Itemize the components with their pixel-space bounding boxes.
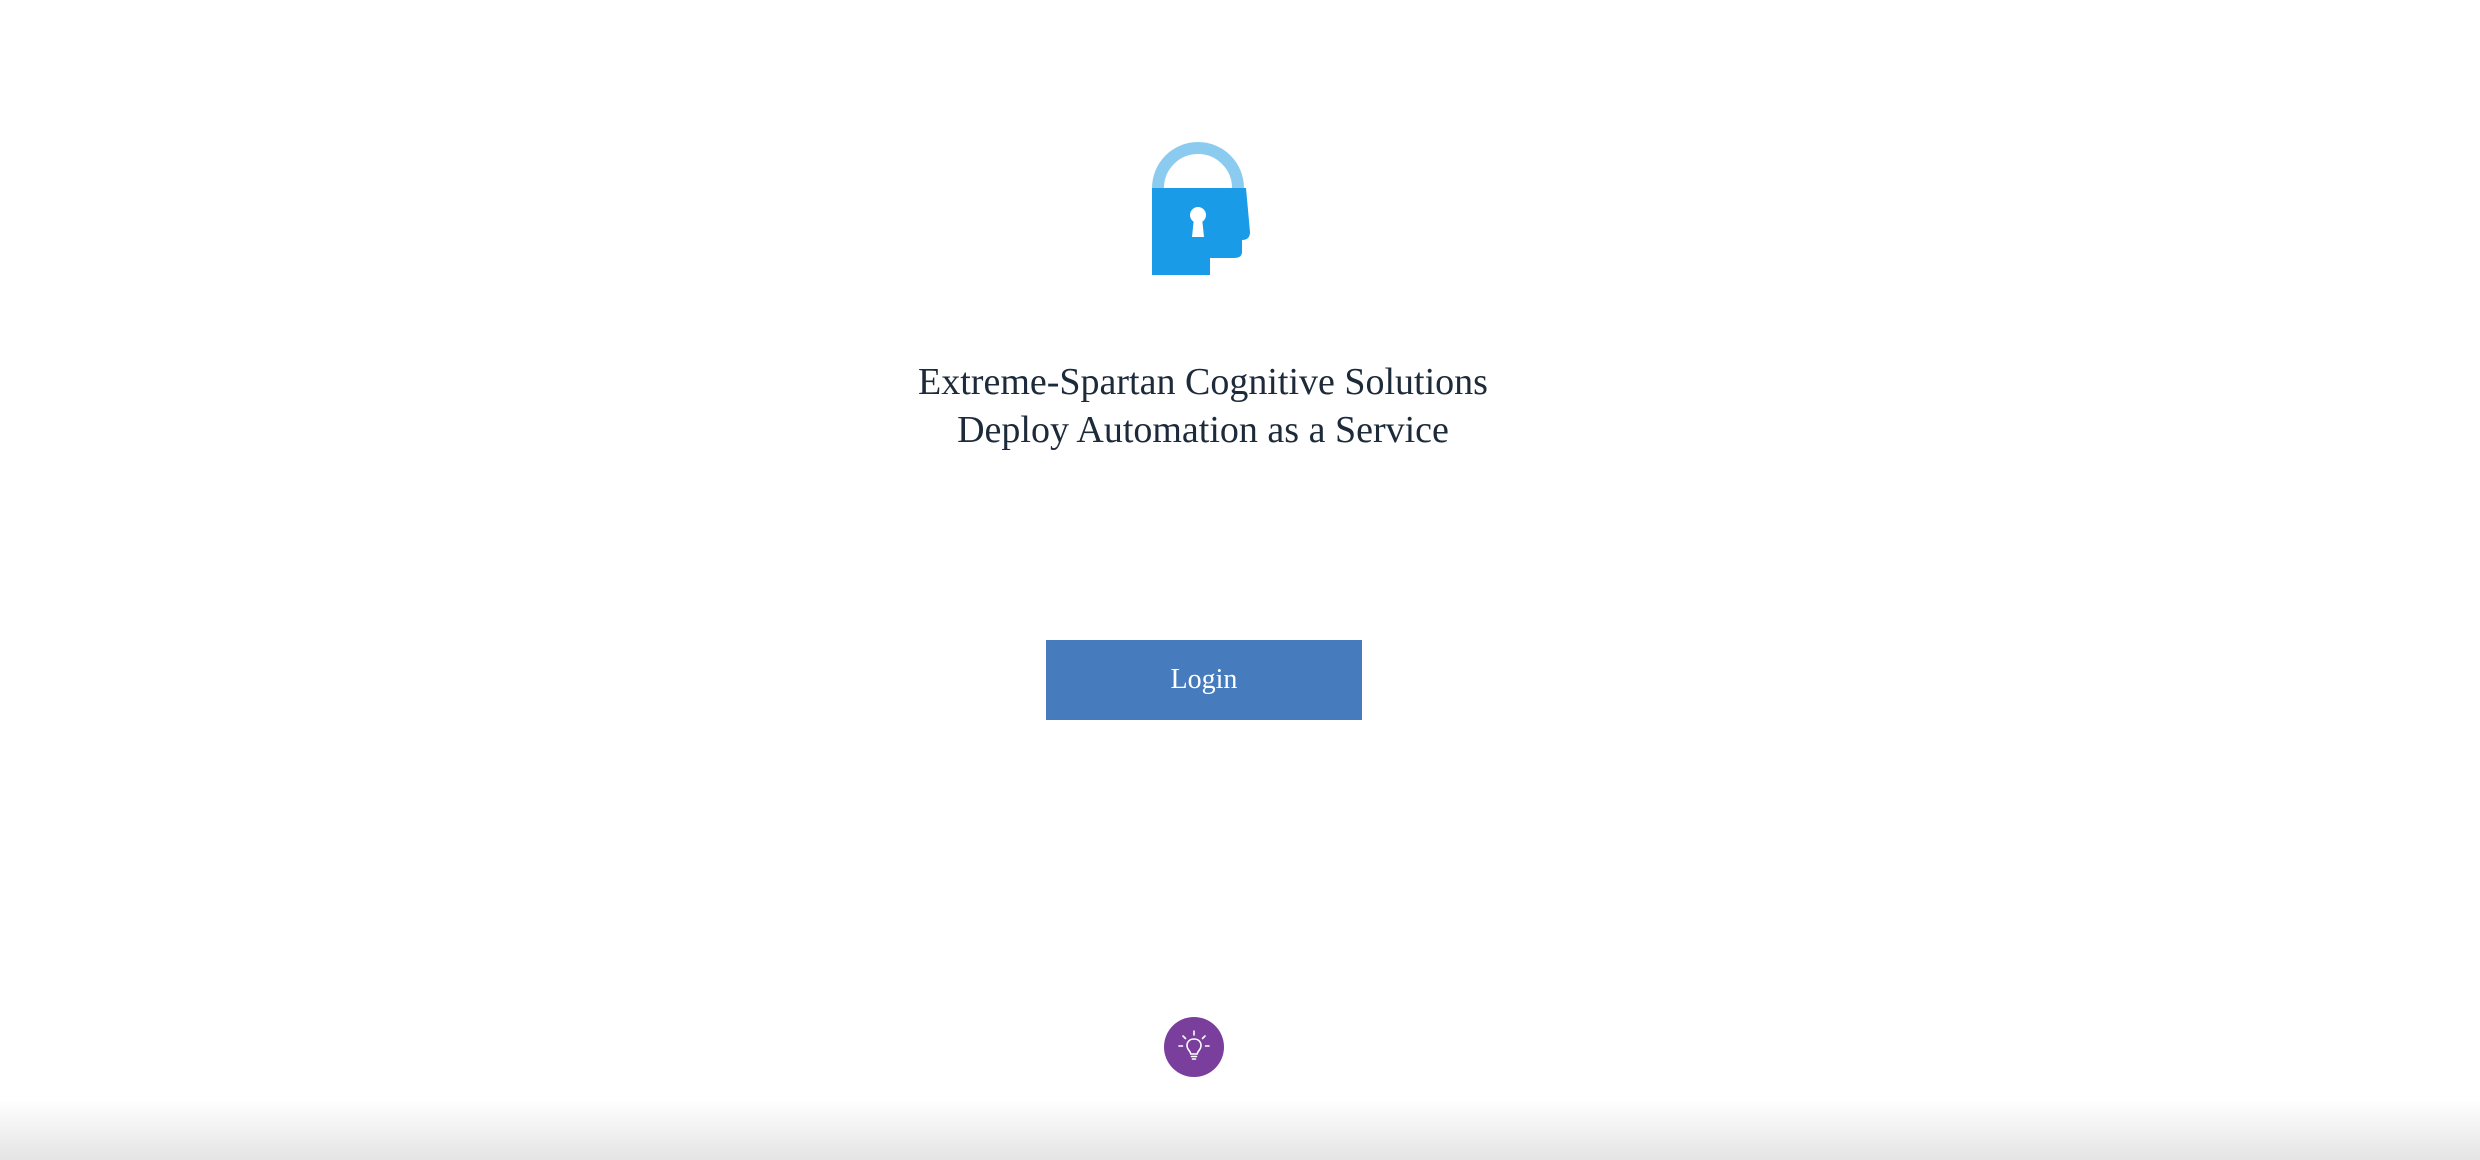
padlock-head-icon: [1150, 140, 1260, 280]
tagline: Deploy Automation as a Service: [957, 409, 1449, 451]
bottom-shadow: [0, 1100, 2480, 1160]
company-name: Extreme-Spartan Cognitive Solutions: [918, 361, 1488, 403]
login-button[interactable]: Login: [1046, 640, 1362, 720]
lightbulb-icon: [1178, 1030, 1210, 1060]
headline: Extreme-Spartan Cognitive Solutions Depl…: [0, 358, 2406, 454]
tip-button[interactable]: [1164, 1017, 1224, 1077]
